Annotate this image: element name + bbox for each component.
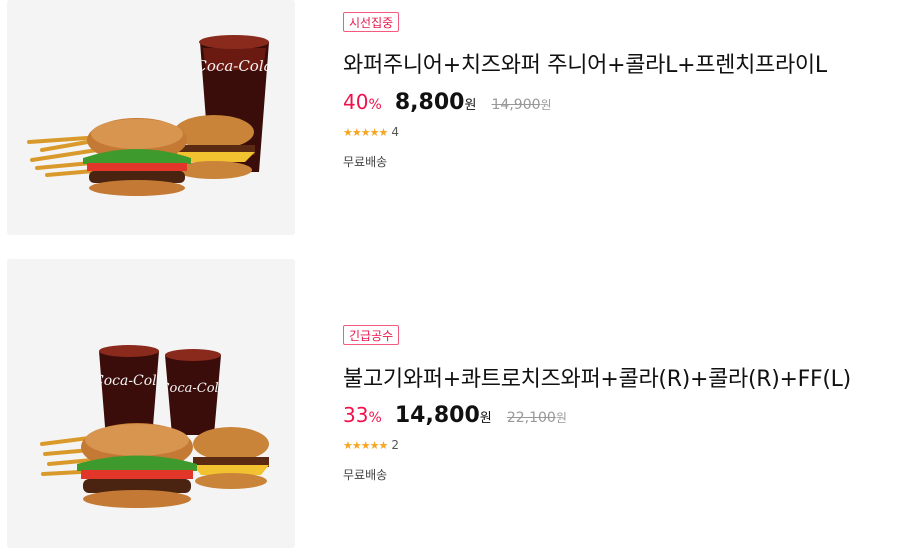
cola-logo: Coca-Cola bbox=[160, 381, 227, 396]
star-rating-icon: ★★★★★ bbox=[343, 439, 388, 452]
product-image[interactable]: Coca-Cola bbox=[7, 0, 295, 235]
discount-unit: % bbox=[368, 97, 382, 113]
burger-set-illustration: Coca-Cola bbox=[27, 35, 273, 196]
rating-row: ★★★★★ 2 bbox=[343, 438, 399, 452]
star-rating-icon: ★★★★★ bbox=[343, 126, 388, 139]
sale-price: 14,800 bbox=[394, 403, 480, 428]
product-card[interactable]: Coca-Cola Coca-Cola 긴급공수 불고기와퍼+콰트로치즈와퍼+콜… bbox=[0, 258, 918, 551]
cola-logo: Coca-Cola bbox=[93, 373, 165, 389]
cola-logo: Coca-Cola bbox=[195, 57, 272, 75]
original-price: 14,900 bbox=[491, 97, 541, 113]
product-image[interactable]: Coca-Cola Coca-Cola bbox=[7, 259, 295, 548]
price-row: 40% 8,800원 14,900원 bbox=[343, 90, 552, 115]
original-price-unit: 원 bbox=[555, 411, 567, 425]
discount-rate: 40 bbox=[343, 90, 369, 114]
sale-price-unit: 원 bbox=[479, 411, 492, 426]
discount-rate: 33 bbox=[343, 403, 369, 427]
sale-price-unit: 원 bbox=[464, 98, 477, 113]
review-count: 4 bbox=[391, 125, 399, 139]
promo-badge: 긴급공수 bbox=[343, 325, 400, 345]
original-price-unit: 원 bbox=[540, 98, 552, 112]
product-card[interactable]: Coca-Cola 시선집중 와퍼주니어+치즈와퍼 주니어+콜라L+프렌치프라이… bbox=[0, 0, 918, 236]
rating-row: ★★★★★ 4 bbox=[343, 125, 399, 139]
product-title[interactable]: 불고기와퍼+콰트로치즈와퍼+콜라(R)+콜라(R)+FF(L) bbox=[343, 361, 913, 393]
discount-unit: % bbox=[368, 410, 382, 426]
original-price: 22,100 bbox=[506, 410, 556, 426]
burger-set-illustration: Coca-Cola Coca-Cola bbox=[40, 345, 269, 508]
promo-badge: 시선집중 bbox=[343, 12, 400, 32]
review-count: 2 bbox=[391, 438, 399, 452]
shipping-info: 무료배송 bbox=[343, 155, 388, 169]
shipping-info: 무료배송 bbox=[343, 468, 388, 482]
price-row: 33% 14,800원 22,100원 bbox=[343, 403, 567, 428]
sale-price: 8,800 bbox=[394, 90, 465, 115]
product-title[interactable]: 와퍼주니어+치즈와퍼 주니어+콜라L+프렌치프라이L bbox=[343, 47, 913, 79]
